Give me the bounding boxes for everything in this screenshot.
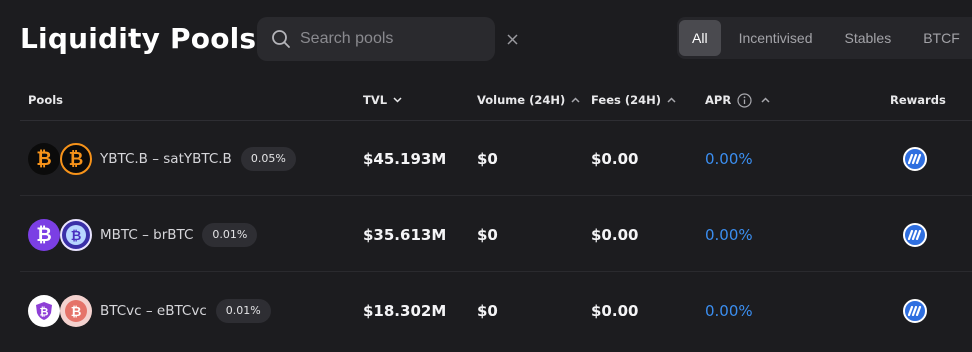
tvl-value: $35.613M xyxy=(363,225,447,244)
header-volume[interactable]: Volume (24H) xyxy=(477,80,580,120)
header-tvl[interactable]: TVL xyxy=(363,80,402,120)
fee-tier-badge: 0.01% xyxy=(202,222,258,247)
reward-token-icon[interactable] xyxy=(903,298,927,323)
apr-value: 0.00% xyxy=(705,225,753,244)
apr-value: 0.00% xyxy=(705,149,753,168)
info-icon[interactable] xyxy=(737,92,752,108)
reward-token-icon[interactable] xyxy=(903,222,927,247)
fee-tier-badge: 0.01% xyxy=(215,298,271,323)
tab-incentivised[interactable]: Incentivised xyxy=(725,20,827,56)
chevron-up-icon xyxy=(761,97,770,103)
volume-value: $0 xyxy=(477,149,498,168)
tab-all[interactable]: All xyxy=(679,20,721,56)
volume-value: $0 xyxy=(477,225,498,244)
tvl-value: $45.193M xyxy=(363,149,447,168)
page-title: Liquidity Pools xyxy=(20,22,257,55)
table-header: Pools TVL Volume (24H) Fees (24H) APR Re… xyxy=(20,80,972,121)
tab-stables[interactable]: Stables xyxy=(831,20,906,56)
header-rewards-label: Rewards xyxy=(890,93,946,107)
bitcoin-icon: ₿ xyxy=(60,142,92,175)
clear-search-button[interactable] xyxy=(507,31,518,47)
fees-value: $0.00 xyxy=(591,225,639,244)
bitcoin-icon: ₿ xyxy=(28,218,60,251)
volume-value: $0 xyxy=(477,301,498,320)
svg-text:₿: ₿ xyxy=(40,305,49,318)
pool-name: MBTC – brBTC xyxy=(100,226,194,243)
close-icon xyxy=(507,33,518,45)
search-icon xyxy=(272,30,290,48)
table-row[interactable]: ₿ ₿ YBTC.B – satYBTC.B 0.05% $45.193M $0… xyxy=(20,121,972,196)
tvl-value: $18.302M xyxy=(363,301,447,320)
header-pools: Pools xyxy=(28,80,63,120)
pool-pair: ₿ ₿ BTCvc – eBTCvc 0.01% xyxy=(28,273,271,348)
pool-pair: ₿ ₿ YBTC.B – satYBTC.B 0.05% xyxy=(28,121,296,196)
header-fees-label: Fees (24H) xyxy=(591,93,661,107)
tab-btcf[interactable]: BTCF xyxy=(909,20,972,56)
pool-pair: ₿ ₿ MBTC – brBTC 0.01% xyxy=(28,197,258,272)
chevron-down-icon xyxy=(393,97,402,103)
table-row[interactable]: ₿ ₿ BTCvc – eBTCvc 0.01% $18.302M $0 $0.… xyxy=(20,273,972,348)
header-fees[interactable]: Fees (24H) xyxy=(591,80,676,120)
svg-text:₿: ₿ xyxy=(71,229,82,243)
fees-value: $0.00 xyxy=(591,301,639,320)
search-box[interactable] xyxy=(257,17,518,61)
svg-text:₿: ₿ xyxy=(36,148,51,170)
header-apr-label: APR xyxy=(705,93,732,107)
pool-name: YBTC.B – satYBTC.B xyxy=(100,150,232,167)
header-rewards: Rewards xyxy=(890,80,946,120)
header-apr[interactable]: APR xyxy=(705,80,770,120)
bitcoin-icon: ₿ xyxy=(28,142,60,175)
pool-name: BTCvc – eBTCvc xyxy=(100,302,207,319)
bitcoin-icon: ₿ xyxy=(60,218,92,251)
header-volume-label: Volume (24H) xyxy=(477,93,566,107)
bitcoin-icon: ₿ xyxy=(60,294,92,327)
chevron-up-icon xyxy=(667,97,676,103)
reward-token-icon[interactable] xyxy=(903,146,927,171)
search-input[interactable] xyxy=(300,30,507,48)
bitcoin-shield-icon: ₿ xyxy=(28,294,60,327)
svg-text:₿: ₿ xyxy=(69,149,84,170)
svg-text:₿: ₿ xyxy=(71,305,82,319)
table-row[interactable]: ₿ ₿ MBTC – brBTC 0.01% $35.613M $0 $0.00… xyxy=(20,197,972,272)
header-tvl-label: TVL xyxy=(363,93,388,107)
svg-text:₿: ₿ xyxy=(36,224,51,246)
chevron-up-icon xyxy=(571,97,580,103)
pool-filter-tabs: All Incentivised Stables BTCF xyxy=(677,17,972,59)
fees-value: $0.00 xyxy=(591,149,639,168)
apr-value: 0.00% xyxy=(705,301,753,320)
fee-tier-badge: 0.05% xyxy=(240,146,296,171)
header-pools-label: Pools xyxy=(28,93,64,107)
